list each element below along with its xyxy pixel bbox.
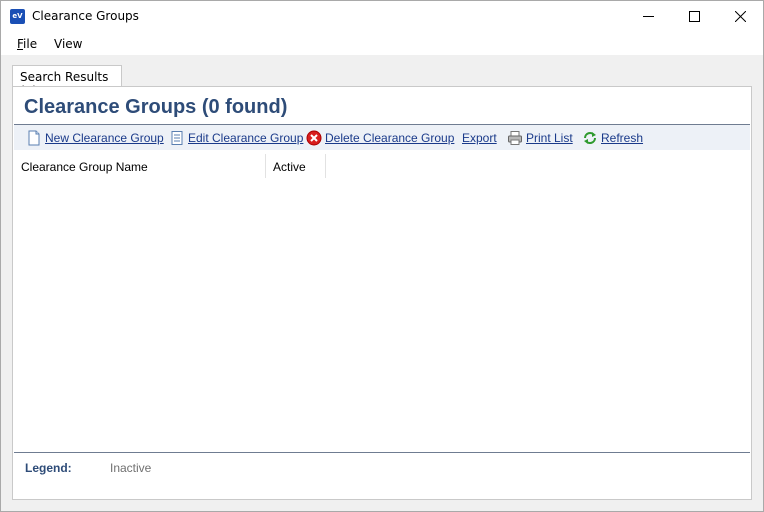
printer-icon xyxy=(508,131,522,145)
export-label: Export xyxy=(462,131,497,145)
export-button[interactable]: Export xyxy=(462,130,497,146)
title-bar[interactable]: eV Clearance Groups xyxy=(1,1,763,32)
maximize-button[interactable] xyxy=(671,1,717,32)
print-list-label: Print List xyxy=(526,131,573,145)
search-results-panel: Clearance Groups (0 found) New Clearance… xyxy=(12,86,752,500)
column-header-active[interactable]: Active xyxy=(266,154,326,178)
close-button[interactable] xyxy=(717,1,763,32)
menu-view[interactable]: View xyxy=(54,37,82,51)
grid-header: Clearance Group Name Active xyxy=(14,154,750,178)
menu-bar: File View xyxy=(1,32,763,56)
app-logo-icon: eV xyxy=(10,9,25,24)
print-list-button[interactable]: Print List xyxy=(507,130,573,146)
menu-file[interactable]: File xyxy=(17,37,37,51)
maximize-icon xyxy=(688,11,700,22)
refresh-button[interactable]: Refresh xyxy=(582,130,643,146)
delete-clearance-group-label: Delete Clearance Group xyxy=(325,131,455,145)
delete-x-icon xyxy=(306,130,322,146)
minimize-button[interactable] xyxy=(625,1,671,32)
legend-divider xyxy=(14,452,750,453)
window-title: Clearance Groups xyxy=(32,9,139,23)
tab-strip: Search Results (0) xyxy=(1,56,763,98)
app-window: eV Clearance Groups File View Search Res… xyxy=(0,0,764,512)
new-clearance-group-label: New Clearance Group xyxy=(45,131,164,145)
tab-search-results[interactable]: Search Results (0) xyxy=(12,65,122,98)
edit-clearance-group-label: Edit Clearance Group xyxy=(188,131,304,145)
edit-document-icon xyxy=(171,131,183,145)
legend-item-inactive: Inactive xyxy=(110,461,152,475)
close-icon xyxy=(734,11,746,22)
page-title: Clearance Groups (0 found) xyxy=(24,96,288,118)
refresh-label: Refresh xyxy=(601,131,644,145)
new-document-icon xyxy=(28,130,40,146)
column-header-clearance-group-name[interactable]: Clearance Group Name xyxy=(14,154,266,178)
edit-clearance-group-button[interactable]: Edit Clearance Group xyxy=(169,130,303,146)
delete-clearance-group-button[interactable]: Delete Clearance Group xyxy=(306,130,454,146)
new-clearance-group-button[interactable]: New Clearance Group xyxy=(26,130,164,146)
minimize-icon xyxy=(642,16,654,17)
legend-label: Legend: xyxy=(25,461,72,475)
toolbar: New Clearance Group Edit Clearance Group… xyxy=(14,124,750,150)
refresh-icon xyxy=(584,132,596,144)
